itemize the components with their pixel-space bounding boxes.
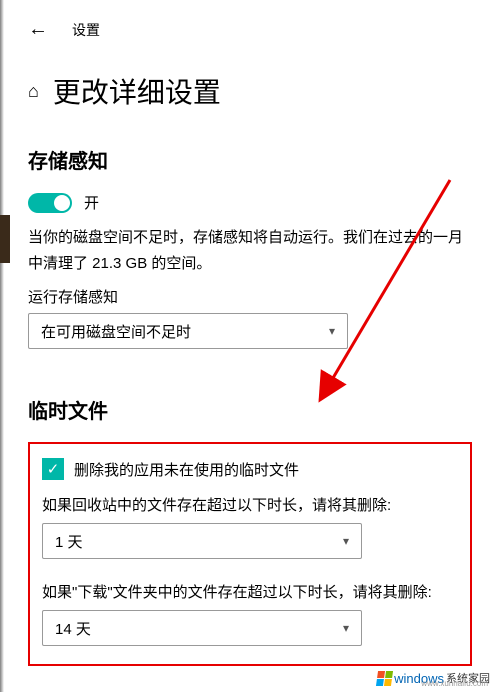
run-storage-sense-value: 在可用磁盘空间不足时 xyxy=(41,321,191,342)
temp-files-heading: 临时文件 xyxy=(28,395,472,424)
recycle-bin-select[interactable]: 1 天 ▾ xyxy=(42,523,362,559)
chevron-down-icon: ▾ xyxy=(329,324,335,338)
run-storage-sense-label: 运行存储感知 xyxy=(28,286,472,307)
run-storage-sense-select[interactable]: 在可用磁盘空间不足时 ▾ xyxy=(28,313,348,349)
downloads-label: 如果"下载"文件夹中的文件存在超过以下时长，请将其删除: xyxy=(42,581,458,602)
windows-logo-icon xyxy=(376,671,393,686)
settings-label: 设置 xyxy=(72,20,100,40)
left-edge-shadow xyxy=(0,0,4,692)
storage-sense-description: 当你的磁盘空间不足时，存储感知将自动运行。我们在过去的一月中清理了 21.3 G… xyxy=(28,225,472,276)
recycle-bin-label: 如果回收站中的文件存在超过以下时长，请将其删除: xyxy=(42,494,458,515)
checkmark-icon: ✓ xyxy=(47,460,60,478)
toggle-state-label: 开 xyxy=(84,192,99,213)
downloads-value: 14 天 xyxy=(55,618,91,639)
delete-temp-label: 删除我的应用未在使用的临时文件 xyxy=(74,459,299,480)
highlight-box: ✓ 删除我的应用未在使用的临时文件 如果回收站中的文件存在超过以下时长，请将其删… xyxy=(28,442,472,666)
left-dark-strip xyxy=(0,215,10,263)
watermark-url: www.xunhaifu.com xyxy=(421,679,488,688)
recycle-bin-value: 1 天 xyxy=(55,531,83,552)
watermark: windows 系统家园 www.xunhaifu.com xyxy=(377,670,490,686)
back-arrow-icon[interactable]: ← xyxy=(28,18,48,41)
toggle-knob xyxy=(54,195,70,211)
chevron-down-icon: ▾ xyxy=(343,534,349,548)
storage-sense-heading: 存储感知 xyxy=(28,145,472,174)
storage-sense-toggle[interactable] xyxy=(28,193,72,213)
chevron-down-icon: ▾ xyxy=(343,621,349,635)
downloads-select[interactable]: 14 天 ▾ xyxy=(42,610,362,646)
home-icon[interactable]: ⌂ xyxy=(28,81,39,102)
page-title: 更改详细设置 xyxy=(53,71,221,111)
delete-temp-checkbox[interactable]: ✓ xyxy=(42,458,64,480)
